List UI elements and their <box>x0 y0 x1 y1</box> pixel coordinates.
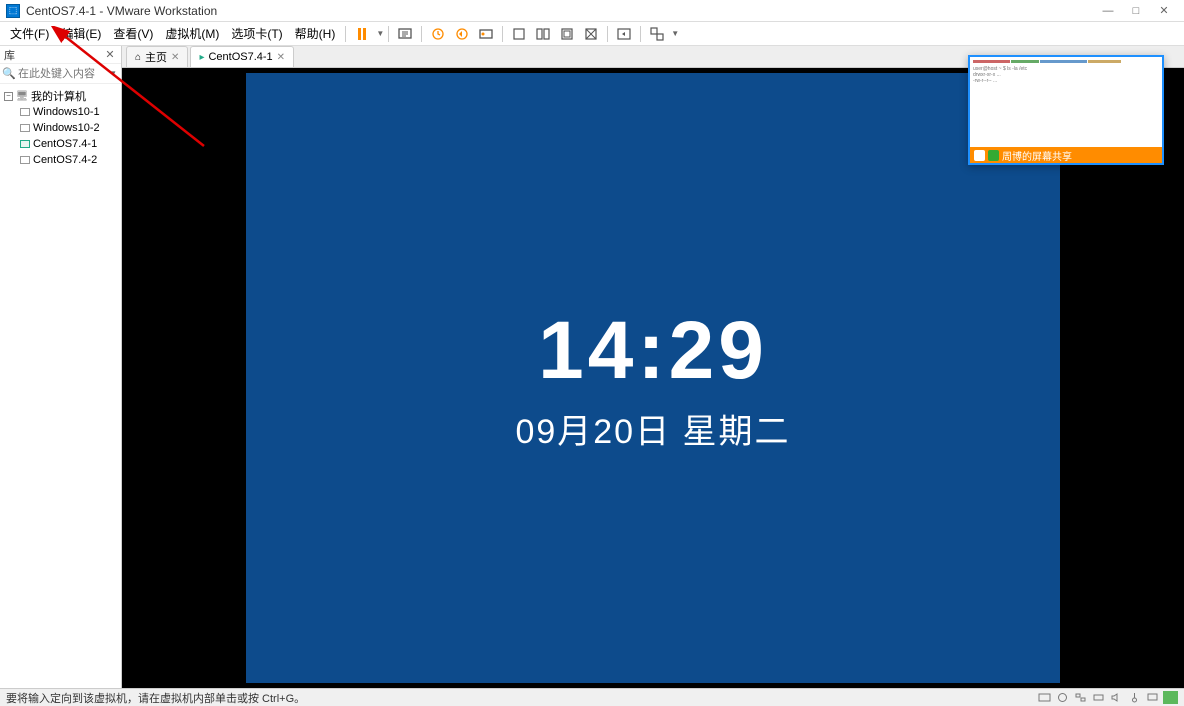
tree-item-vm[interactable]: Windows10-2 <box>2 120 119 136</box>
vm-running-icon <box>20 140 30 148</box>
view-single-button[interactable] <box>509 24 529 44</box>
snapshot-button[interactable] <box>428 24 448 44</box>
search-input[interactable] <box>16 67 107 81</box>
view-split-button[interactable] <box>533 24 553 44</box>
status-text: 要将输入定向到该虚拟机，请在虚拟机内部单击或按 Ctrl+G。 <box>6 690 1037 706</box>
search-dropdown-button[interactable]: ▼ <box>107 69 119 78</box>
lock-screen-time: 14:29 <box>538 304 768 398</box>
tree-item-vm[interactable]: Windows10-1 <box>2 104 119 120</box>
network-icon[interactable] <box>1073 691 1088 704</box>
cd-icon[interactable] <box>1055 691 1070 704</box>
screen-share-pip[interactable]: user@host ~ $ ls -la /etc drwxr-xr-x ...… <box>968 55 1164 165</box>
sidebar-title: 库 <box>4 47 103 63</box>
display-icon[interactable] <box>1145 691 1160 704</box>
usb-icon[interactable] <box>1127 691 1142 704</box>
maximize-button[interactable]: □ <box>1122 1 1150 21</box>
user-icon <box>974 150 985 161</box>
close-window-button[interactable]: ✕ <box>1150 1 1178 21</box>
menu-bar: 文件(F) 编辑(E) 查看(V) 虚拟机(M) 选项卡(T) 帮助(H) ▼ … <box>0 22 1184 46</box>
app-icon <box>6 4 20 18</box>
fullscreen-button[interactable] <box>614 24 634 44</box>
dropdown-arrow-icon[interactable]: ▼ <box>376 29 384 38</box>
tab-home[interactable]: ⌂ 主页 ✕ <box>126 46 188 67</box>
tab-close-button[interactable]: ✕ <box>277 52 285 63</box>
tree-item-label: CentOS7.4-2 <box>33 154 97 166</box>
menu-help[interactable]: 帮助(H) <box>289 23 342 44</box>
pip-caption-text: 周博的屏幕共享 <box>1002 148 1072 163</box>
menu-edit[interactable]: 编辑(E) <box>55 23 107 44</box>
search-icon: 🔍 <box>2 67 16 80</box>
printer-icon[interactable] <box>1091 691 1106 704</box>
tree-root[interactable]: − 我的计算机 <box>2 88 119 104</box>
tab-label: CentOS7.4-1 <box>208 51 272 63</box>
library-sidebar: 库 ✕ 🔍 ▼ − 我的计算机 Windows10-1 Windows10-2 <box>0 46 122 688</box>
vm-lock-screen[interactable]: 14:29 09月20日 星期二 <box>246 73 1060 683</box>
menu-file[interactable]: 文件(F) <box>4 23 55 44</box>
sidebar-search: 🔍 ▼ <box>0 64 121 84</box>
tree-item-vm[interactable]: CentOS7.4-1 <box>2 136 119 152</box>
pip-caption-bar: 周博的屏幕共享 <box>970 147 1162 163</box>
tab-label: 主页 <box>145 49 167 65</box>
revert-snapshot-button[interactable] <box>452 24 472 44</box>
manage-snapshot-button[interactable] <box>476 24 496 44</box>
sidebar-close-button[interactable]: ✕ <box>103 48 117 61</box>
status-bar: 要将输入定向到该虚拟机，请在虚拟机内部单击或按 Ctrl+G。 <box>0 688 1184 706</box>
tab-close-button[interactable]: ✕ <box>171 52 179 63</box>
tree-item-label: Windows10-1 <box>33 106 100 118</box>
vm-icon <box>20 156 30 164</box>
dropdown-arrow-icon[interactable]: ▼ <box>671 29 679 38</box>
view-stretch-button[interactable] <box>581 24 601 44</box>
status-tray <box>1037 691 1178 704</box>
menu-tabs[interactable]: 选项卡(T) <box>225 23 288 44</box>
tree-item-label: Windows10-2 <box>33 122 100 134</box>
minimize-button[interactable]: — <box>1094 1 1122 21</box>
title-bar: CentOS7.4-1 - VMware Workstation — □ ✕ <box>0 0 1184 22</box>
tree-item-label: CentOS7.4-1 <box>33 138 97 150</box>
tree-root-label: 我的计算机 <box>31 88 86 104</box>
vm-icon <box>20 124 30 132</box>
home-icon: ⌂ <box>135 52 141 63</box>
sidebar-header: 库 ✕ <box>0 46 121 64</box>
send-ctrl-alt-del-button[interactable] <box>395 24 415 44</box>
window-title: CentOS7.4-1 - VMware Workstation <box>26 4 217 18</box>
tree-item-vm[interactable]: CentOS7.4-2 <box>2 152 119 168</box>
computer-icon <box>16 90 28 102</box>
view-fit-button[interactable] <box>557 24 577 44</box>
lock-screen-date: 09月20日 星期二 <box>515 404 790 453</box>
menu-vm[interactable]: 虚拟机(M) <box>159 23 225 44</box>
tab-vm-active[interactable]: ▸ CentOS7.4-1 ✕ <box>190 46 294 67</box>
sound-icon[interactable] <box>1109 691 1124 704</box>
pause-icon <box>358 28 366 40</box>
vm-icon <box>20 108 30 116</box>
unity-button[interactable] <box>647 24 667 44</box>
vm-icon: ▸ <box>199 52 204 63</box>
menu-view[interactable]: 查看(V) <box>107 23 159 44</box>
pip-preview: user@host ~ $ ls -la /etc drwxr-xr-x ...… <box>970 57 1162 147</box>
vm-running-indicator[interactable] <box>1163 691 1178 704</box>
pause-button[interactable] <box>352 24 372 44</box>
collapse-icon[interactable]: − <box>4 92 13 101</box>
vm-tree: − 我的计算机 Windows10-1 Windows10-2 CentOS7.… <box>0 84 121 172</box>
hdd-icon[interactable] <box>1037 691 1052 704</box>
share-icon <box>988 150 999 161</box>
